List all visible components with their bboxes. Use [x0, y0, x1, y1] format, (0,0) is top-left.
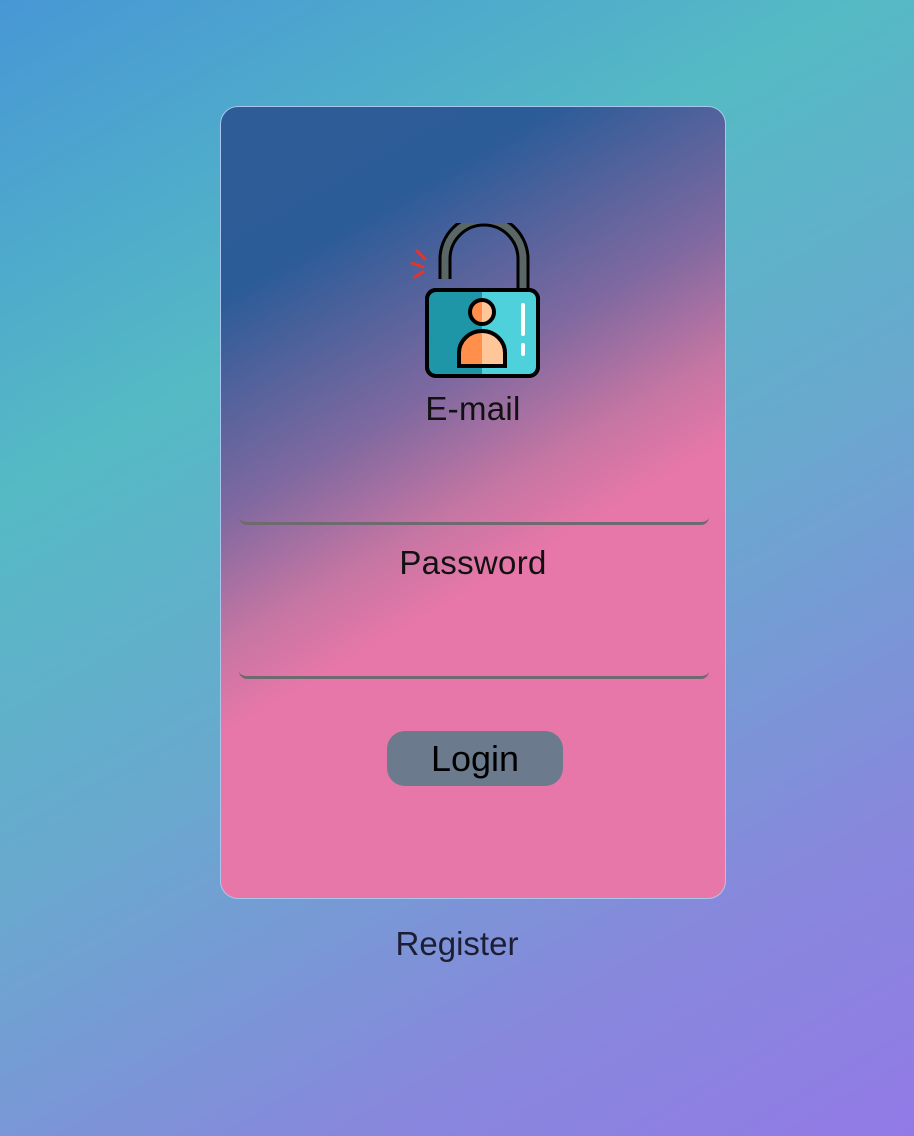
register-link[interactable]: Register	[0, 925, 914, 963]
password-input[interactable]	[239, 639, 709, 679]
unlocked-padlock-user-icon	[410, 223, 540, 378]
login-card: E-mail Password Login	[220, 106, 726, 899]
login-button[interactable]: Login	[387, 731, 563, 786]
email-input[interactable]	[239, 485, 709, 525]
password-label: Password	[399, 544, 547, 581]
email-label: E-mail	[425, 390, 521, 427]
